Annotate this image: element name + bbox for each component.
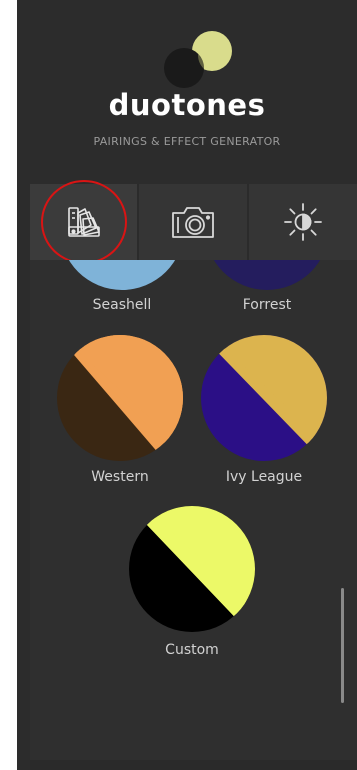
swatch-label-ivy-league: Ivy League: [225, 469, 303, 485]
tab-camera[interactable]: [139, 184, 247, 260]
swatch-label-forrest: Forrest: [242, 297, 292, 313]
swatch-western[interactable]: [56, 334, 184, 462]
duotones-logo: [164, 31, 232, 88]
pairings-list[interactable]: Seashell Forrest Western Ivy League Cust…: [30, 260, 357, 760]
swatch-ivy-league[interactable]: [200, 334, 328, 462]
duotones-panel: duotones PAIRINGS & EFFECT GENERATOR Sea…: [17, 0, 357, 770]
app-subtitle: PAIRINGS & EFFECT GENERATOR: [93, 135, 281, 148]
swatch-label-seashell: Seashell: [92, 297, 152, 313]
tab-bar: [30, 184, 357, 260]
swatch-forrest[interactable]: [205, 260, 329, 290]
tab-color-pairings[interactable]: [30, 184, 137, 260]
brightness-sun-icon: [284, 203, 322, 241]
swatch-seashell[interactable]: [60, 260, 184, 290]
swatch-label-western: Western: [91, 469, 149, 485]
scrollbar-thumb[interactable]: [341, 588, 344, 703]
panel-bottom-edge: [30, 760, 357, 770]
swatch-custom[interactable]: [128, 505, 256, 633]
tab-brightness[interactable]: [249, 184, 357, 260]
swatch-label-custom: Custom: [165, 642, 219, 658]
camera-icon: [172, 207, 214, 238]
app-title: duotones: [108, 88, 266, 122]
color-swatch-fan-icon: [67, 207, 100, 237]
